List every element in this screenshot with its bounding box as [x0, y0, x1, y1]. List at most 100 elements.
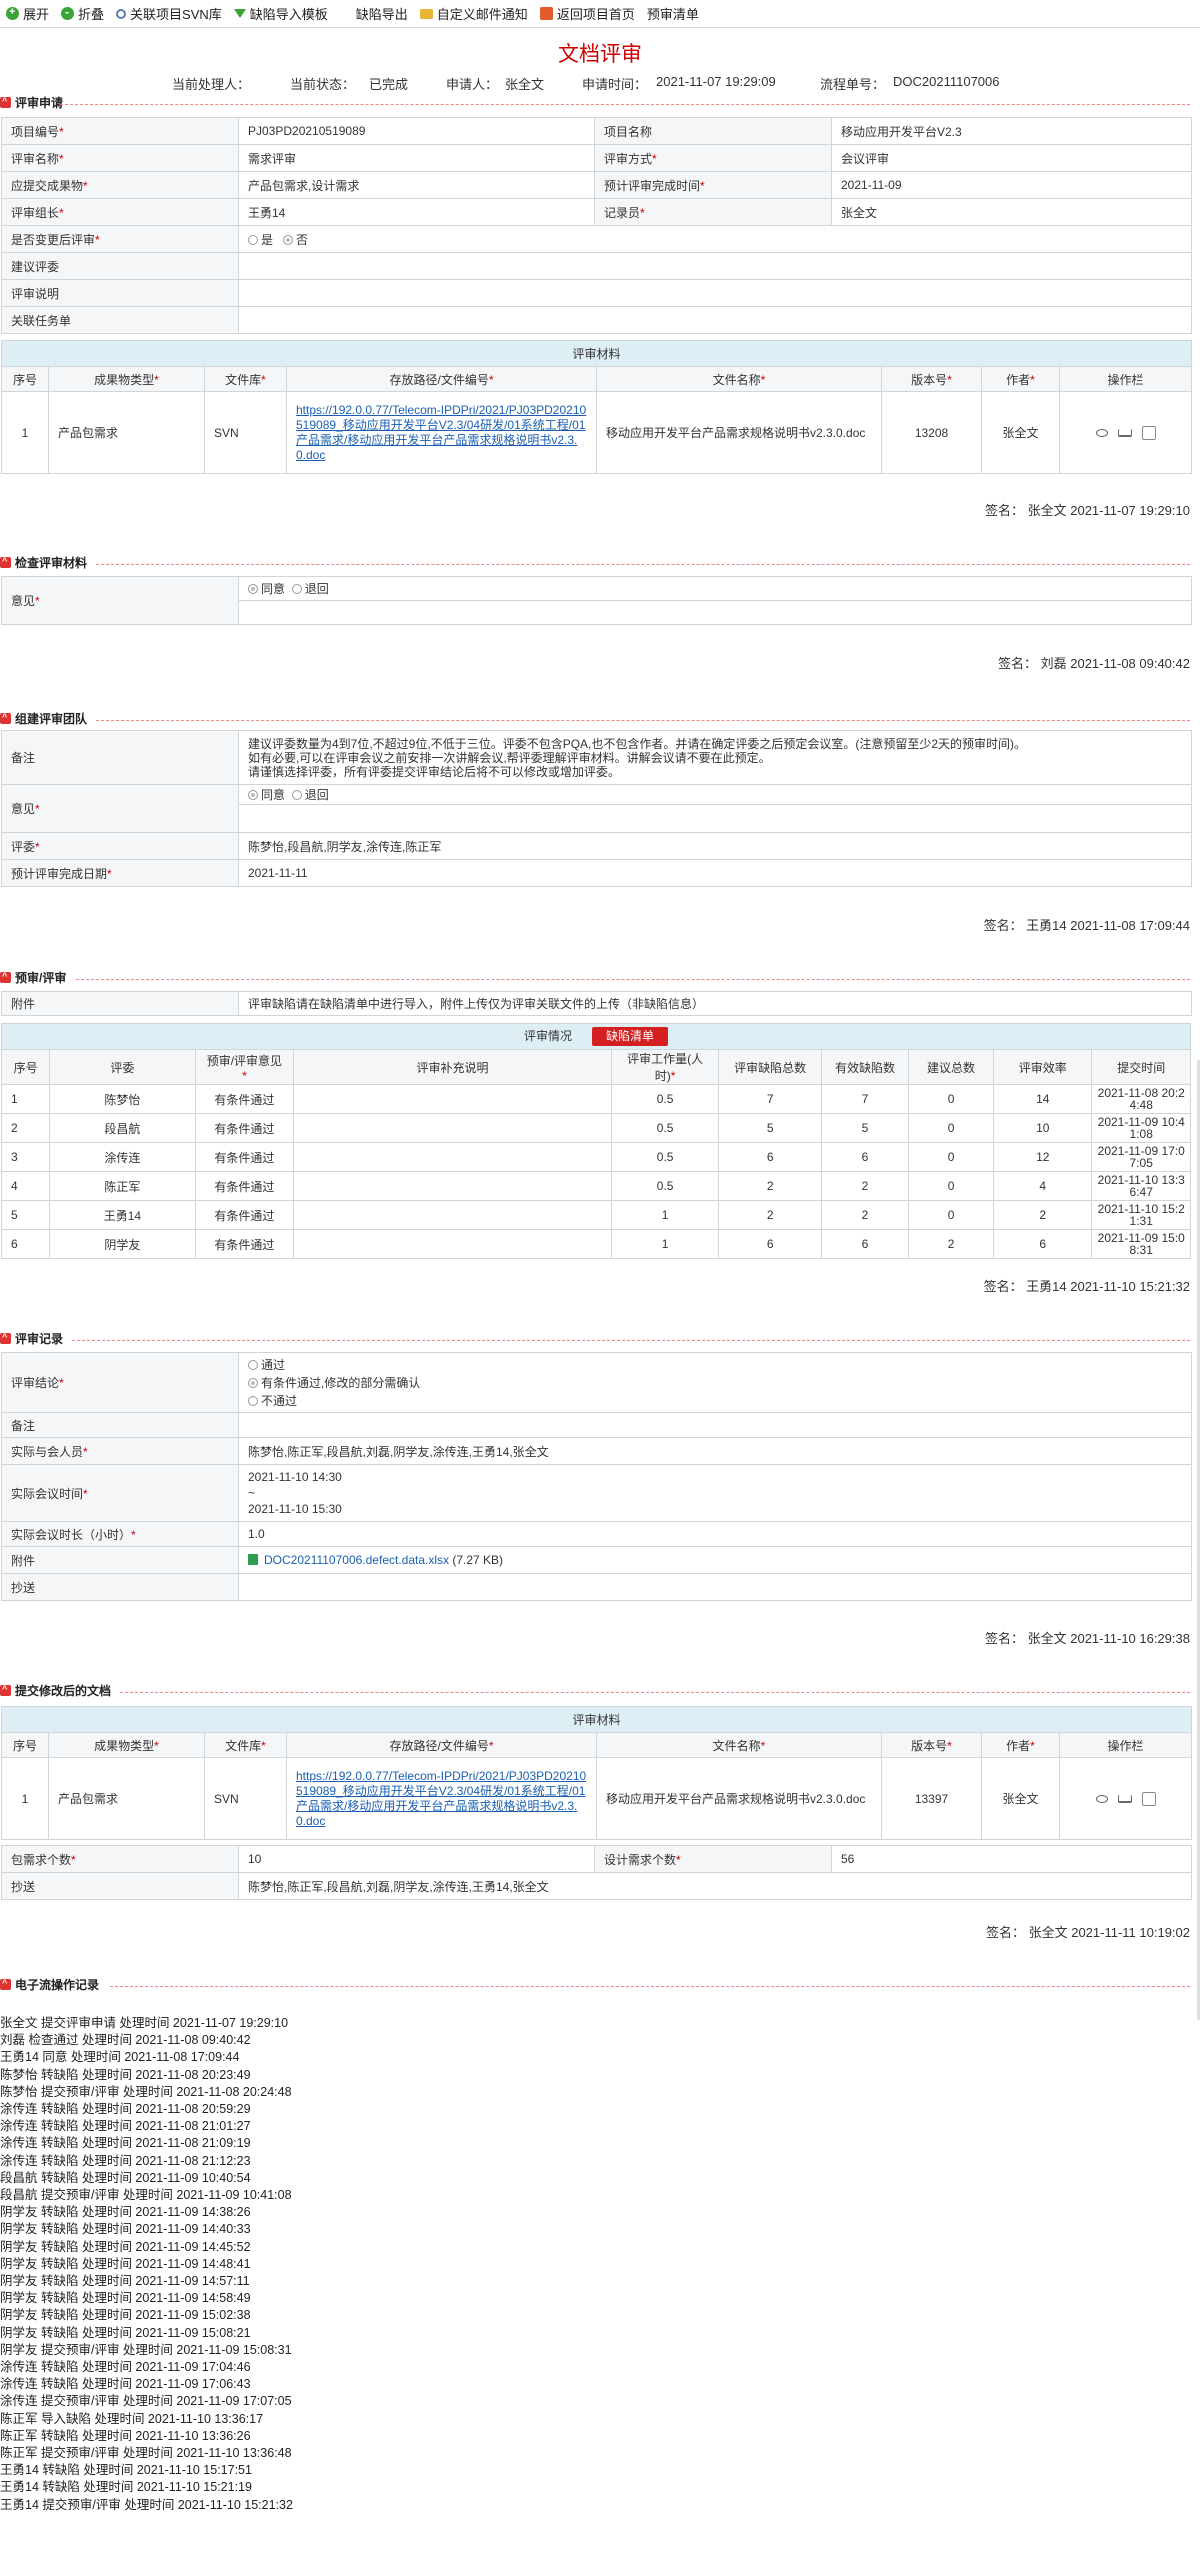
flow-value: DOC20211107006 [893, 74, 1000, 89]
col-no: 序号 [1, 366, 49, 392]
section-divider [96, 564, 1190, 565]
section-record-header[interactable]: 评审记录 [0, 1331, 1200, 1346]
conditional-radio[interactable] [248, 1377, 258, 1388]
task-value [238, 306, 1192, 334]
meeting-time-label: 实际会议时间 [11, 1486, 84, 1501]
log-entry: 王勇14 提交预审/评审 处理时间 2021-11-10 15:21:32 [0, 2497, 293, 2512]
reject-radio[interactable] [291, 790, 302, 800]
log-entry: 阴学友 提交预审/评审 处理时间 2021-11-09 15:08:31 [0, 2342, 292, 2357]
status-label: 当前状态： [290, 77, 356, 92]
post-change-no-radio[interactable] [283, 234, 294, 245]
duration-value: 1.0 [238, 1521, 1192, 1547]
section-check-header[interactable]: 检查评审材料 [0, 555, 1200, 570]
opinion-text[interactable] [238, 804, 1192, 833]
deliverable-label: 应提交成果物 [11, 178, 84, 193]
signature: 签名： 刘磊 2021-11-08 09:40:42 [998, 656, 1190, 671]
review-mode-label: 评审方式 [604, 151, 653, 166]
applicant-value: 张全文 [505, 77, 545, 92]
table-row: 4 陈正军 有条件通过 0.5 2 2 0 4 2021-11-10 13:36:47 [0, 1171, 1191, 1201]
download-icon[interactable] [1117, 1794, 1132, 1803]
remark-value [238, 1412, 1192, 1438]
download-icon[interactable] [1117, 428, 1132, 437]
reject-radio[interactable] [291, 584, 302, 594]
log-entry: 陈正军 提交预审/评审 处理时间 2021-11-10 13:36:48 [0, 2446, 292, 2461]
log-entry: 王勇14 转缺陷 处理时间 2021-11-10 15:17:51 [0, 2463, 252, 2478]
import-template-button[interactable]: 缺陷导入模板 [230, 2, 336, 26]
defect-list-button[interactable]: 缺陷清单 [592, 1027, 669, 1046]
collapse-section-icon[interactable] [0, 1332, 11, 1344]
recorder-label: 记录员 [604, 205, 641, 220]
conclusion-label: 评审结论 [11, 1376, 60, 1390]
excel-icon [248, 1553, 258, 1565]
cc-label: 抄送 [1, 1872, 239, 1900]
view-icon[interactable] [1095, 1794, 1108, 1803]
collapse-section-icon[interactable] [0, 712, 11, 724]
pkg-count-label: 包需求个数 [11, 1852, 72, 1867]
custom-mail-button[interactable]: 自定义邮件通知 [416, 2, 536, 26]
section-apply-header[interactable]: 评审申请 [0, 95, 1200, 110]
signature: 签名： 张全文 2021-11-07 19:29:10 [985, 503, 1190, 518]
status-link[interactable]: 已完成 [369, 74, 408, 93]
agree-radio[interactable] [248, 790, 258, 800]
remark-label: 备注 [1, 730, 239, 785]
view-icon[interactable] [1095, 428, 1108, 437]
log-entry: 涂传连 转缺陷 处理时间 2021-11-08 21:12:23 [0, 2153, 251, 2168]
section-team-header[interactable]: 组建评审团队 [0, 711, 1200, 726]
fail-radio[interactable] [248, 1395, 258, 1406]
planned-done-label: 预计评审完成时间 [604, 178, 701, 193]
collapse-section-icon[interactable] [0, 96, 11, 108]
attachment-link[interactable]: DOC20211107006.defect.data.xlsx [264, 1553, 449, 1567]
cc-label: 抄送 [1, 1573, 239, 1601]
collapse-section-icon[interactable] [0, 556, 11, 568]
export-defects-button[interactable]: 缺陷导出 [336, 2, 416, 26]
link-svn-button[interactable]: 关联项目SVN库 [112, 2, 230, 26]
section-logs-header[interactable]: 电子流操作记录 [0, 1977, 1200, 1992]
opinion-text[interactable] [238, 600, 1192, 625]
toolbar: 展开 折叠 关联项目SVN库 缺陷导入模板 缺陷导出 自定义邮件通知 返回项目首… [0, 0, 1200, 28]
cc-value: 陈梦怡,陈正军,段昌航,刘磊,阴学友,涂传连,王勇14,张全文 [238, 1872, 1192, 1900]
section-pre-header[interactable]: 预审/评审 [0, 970, 1200, 985]
remark-label: 备注 [1, 1412, 239, 1438]
section-divider [72, 1340, 1190, 1341]
section-divider [110, 1986, 1190, 1987]
attach-label: 附件 [1, 1546, 239, 1574]
deliverable-value: 产品包需求,设计需求 [238, 171, 595, 199]
agree-radio[interactable] [248, 584, 258, 594]
signature: 签名： 张全文 2021-11-10 16:29:38 [985, 1631, 1190, 1646]
svn-path-link[interactable]: https://192.0.0.77/Telecom-IPDPri/2021/P… [296, 403, 587, 463]
collapse-button[interactable]: 折叠 [57, 2, 112, 26]
log-entry: 涂传连 转缺陷 处理时间 2021-11-09 17:04:46 [0, 2360, 251, 2375]
log-entry: 涂传连 转缺陷 处理时间 2021-11-08 20:59:29 [0, 2102, 251, 2117]
flow-label: 流程单号： [820, 77, 886, 92]
pass-radio[interactable] [248, 1359, 258, 1370]
log-entry: 段昌航 提交预审/评审 处理时间 2021-11-09 10:41:08 [0, 2188, 292, 2203]
edit-icon[interactable] [1141, 425, 1156, 440]
expand-button[interactable]: 展开 [2, 2, 57, 26]
search-icon [116, 8, 127, 19]
pre-attach: 附件 评审缺陷请在缺陷清单中进行导入，附件上传仅为评审关联文件的上传（非缺陷信息） [1, 991, 1192, 1016]
log-entry: 阴学友 转缺陷 处理时间 2021-11-09 14:38:26 [0, 2205, 251, 2220]
collapse-section-icon[interactable] [0, 1684, 11, 1696]
log-entry: 阴学友 转缺陷 处理时间 2021-11-09 15:02:38 [0, 2308, 251, 2323]
log-entry: 阴学友 转缺陷 处理时间 2021-11-09 14:58:49 [0, 2291, 251, 2306]
post-change-yes-radio[interactable] [248, 234, 258, 245]
materials-table: 评审材料 序号 成果物类型* 文件库* 存放路径/文件编号* 文件名称* 版本号… [0, 340, 1193, 474]
collapse-section-icon[interactable] [0, 1978, 11, 1990]
expand-icon [6, 6, 19, 20]
recorder-value: 张全文 [831, 198, 1192, 226]
section-revised-header[interactable]: 提交修改后的文档 [0, 1683, 1200, 1698]
apply-time-value: 2021-11-07 19:29:09 [656, 74, 776, 89]
design-count-label: 设计需求个数 [604, 1852, 677, 1867]
section-divider [96, 720, 1190, 721]
edit-icon[interactable] [1141, 1791, 1156, 1806]
check-form: 意见* 同意 退回 [1, 576, 1192, 625]
review-name-label: 评审名称 [11, 151, 60, 166]
back-home-button[interactable]: 返回项目首页 [536, 2, 643, 26]
handler-label: 当前处理人： [172, 77, 251, 92]
col-version: 版本号 [911, 372, 948, 387]
section-divider [60, 104, 1190, 105]
log-entry: 涂传连 转缺陷 处理时间 2021-11-08 21:09:19 [0, 2136, 251, 2151]
svn-path-link[interactable]: https://192.0.0.77/Telecom-IPDPri/2021/P… [296, 1769, 587, 1829]
collapse-section-icon[interactable] [0, 971, 11, 983]
review-list-button[interactable]: 预审清单 [643, 2, 707, 26]
